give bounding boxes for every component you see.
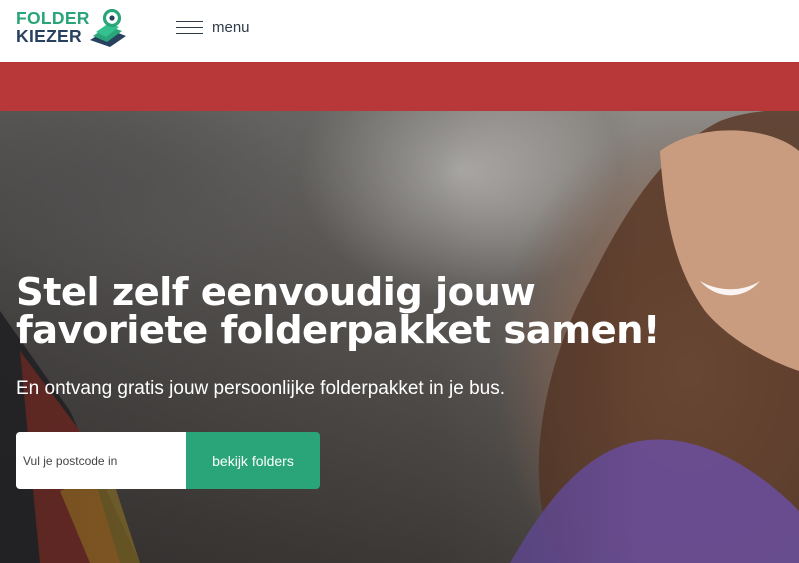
menu-button[interactable]: menu bbox=[176, 17, 250, 37]
menu-label: menu bbox=[212, 18, 250, 36]
postcode-search-form: bekijk folders bbox=[16, 432, 320, 489]
site-header: FOLDER KIEZER menu bbox=[0, 0, 799, 62]
logo-line-2: KIEZER bbox=[16, 26, 82, 46]
view-folders-button[interactable]: bekijk folders bbox=[186, 432, 320, 489]
hero-section: Stel zelf eenvoudig jouw favoriete folde… bbox=[0, 111, 799, 563]
map-pin-folders-icon bbox=[90, 9, 126, 47]
logo[interactable]: FOLDER KIEZER bbox=[16, 9, 128, 49]
promo-band bbox=[0, 62, 799, 111]
hero-title: Stel zelf eenvoudig jouw favoriete folde… bbox=[16, 270, 660, 353]
logo-wordmark: FOLDER KIEZER bbox=[16, 9, 90, 45]
logo-line-1: FOLDER bbox=[16, 8, 90, 28]
postcode-input[interactable] bbox=[16, 432, 186, 489]
hero-subtitle: En ontvang gratis jouw persoonlijke fold… bbox=[16, 378, 506, 399]
hamburger-icon bbox=[176, 20, 203, 35]
